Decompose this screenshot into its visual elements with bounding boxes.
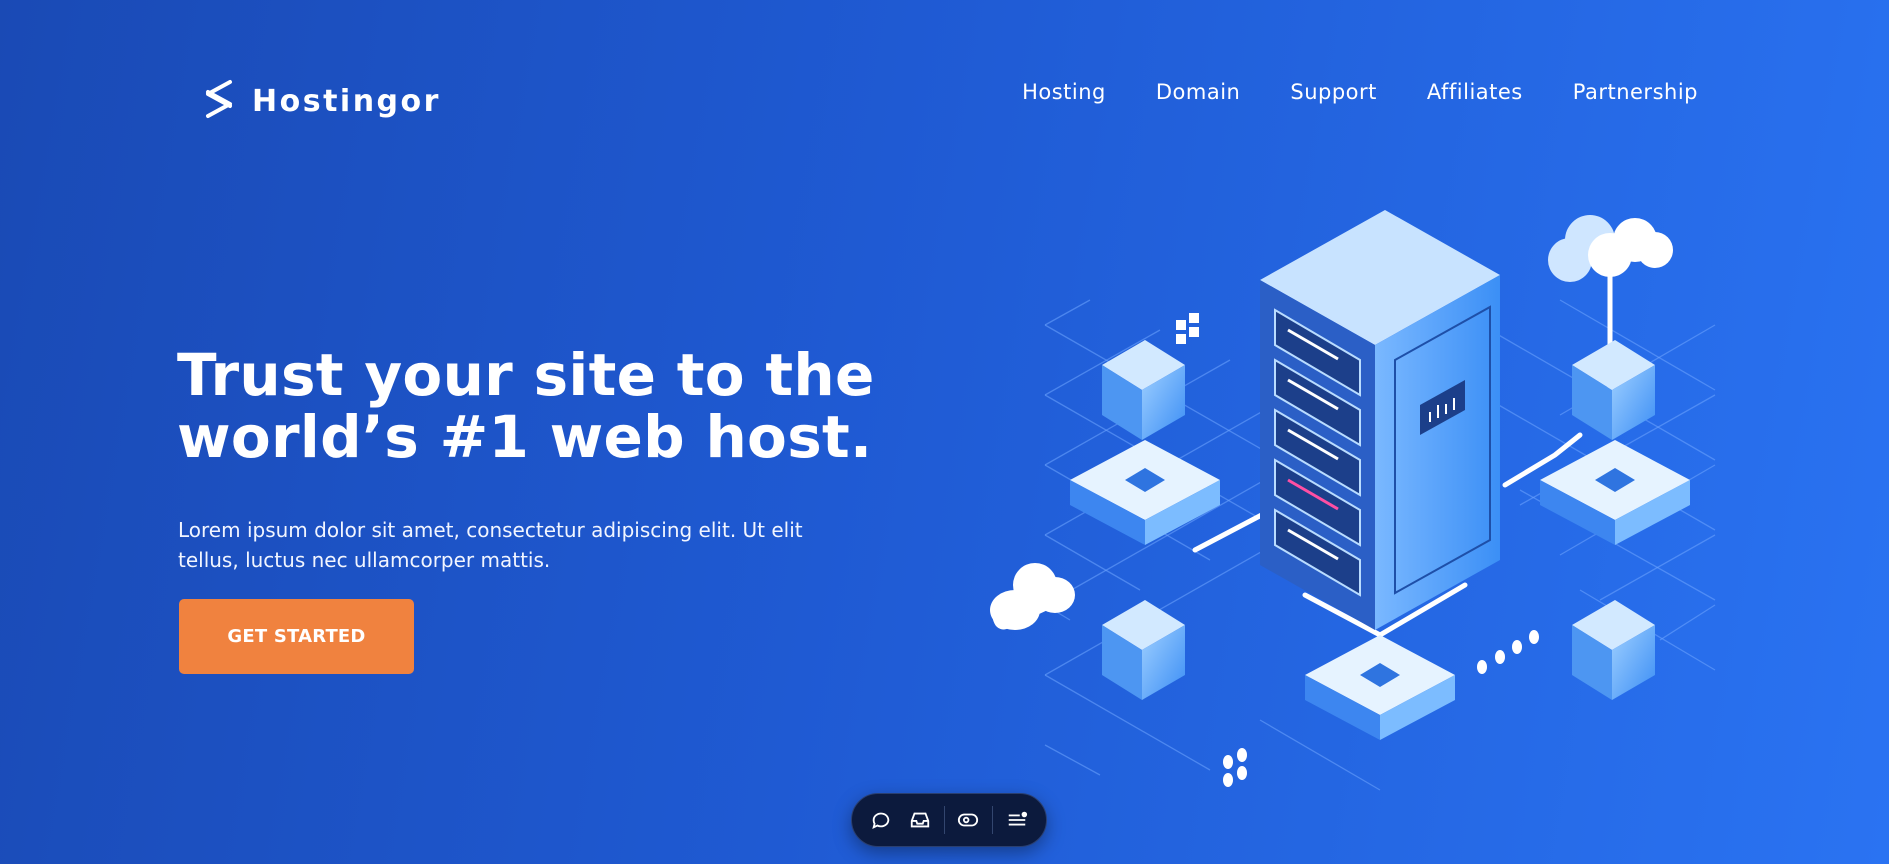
menu-list-icon[interactable]: [1002, 805, 1032, 835]
nav-item-affiliates[interactable]: Affiliates: [1427, 80, 1523, 104]
nav-item-support[interactable]: Support: [1290, 80, 1377, 104]
get-started-button[interactable]: GET STARTED: [179, 599, 414, 674]
nav-item-hosting[interactable]: Hosting: [1022, 80, 1106, 104]
brand-name: Hostingor: [252, 83, 441, 119]
hero-title: Trust your site to the world’s #1 web ho…: [177, 344, 877, 468]
toolbar-divider: [943, 806, 945, 834]
nav-item-partnership[interactable]: Partnership: [1573, 80, 1698, 104]
toolbar-divider: [991, 806, 993, 834]
main-nav: Hosting Domain Support Affiliates Partne…: [1022, 80, 1698, 104]
chat-bubble-icon[interactable]: [866, 805, 896, 835]
inbox-icon[interactable]: [905, 805, 935, 835]
brand-logo[interactable]: Hostingor: [200, 78, 441, 124]
floating-toolbar: [851, 793, 1047, 847]
hero-description: Lorem ipsum dolor sit amet, consectetur …: [178, 518, 803, 572]
isometric-server-network-icon: [960, 200, 1730, 800]
hero-title-line-2: world’s #1 web host.: [177, 403, 873, 471]
eye-icon[interactable]: [953, 805, 983, 835]
hero-title-line-1: Trust your site to the: [177, 341, 875, 409]
layered-s-logo-icon: [200, 78, 238, 124]
nav-item-domain[interactable]: Domain: [1156, 80, 1241, 104]
